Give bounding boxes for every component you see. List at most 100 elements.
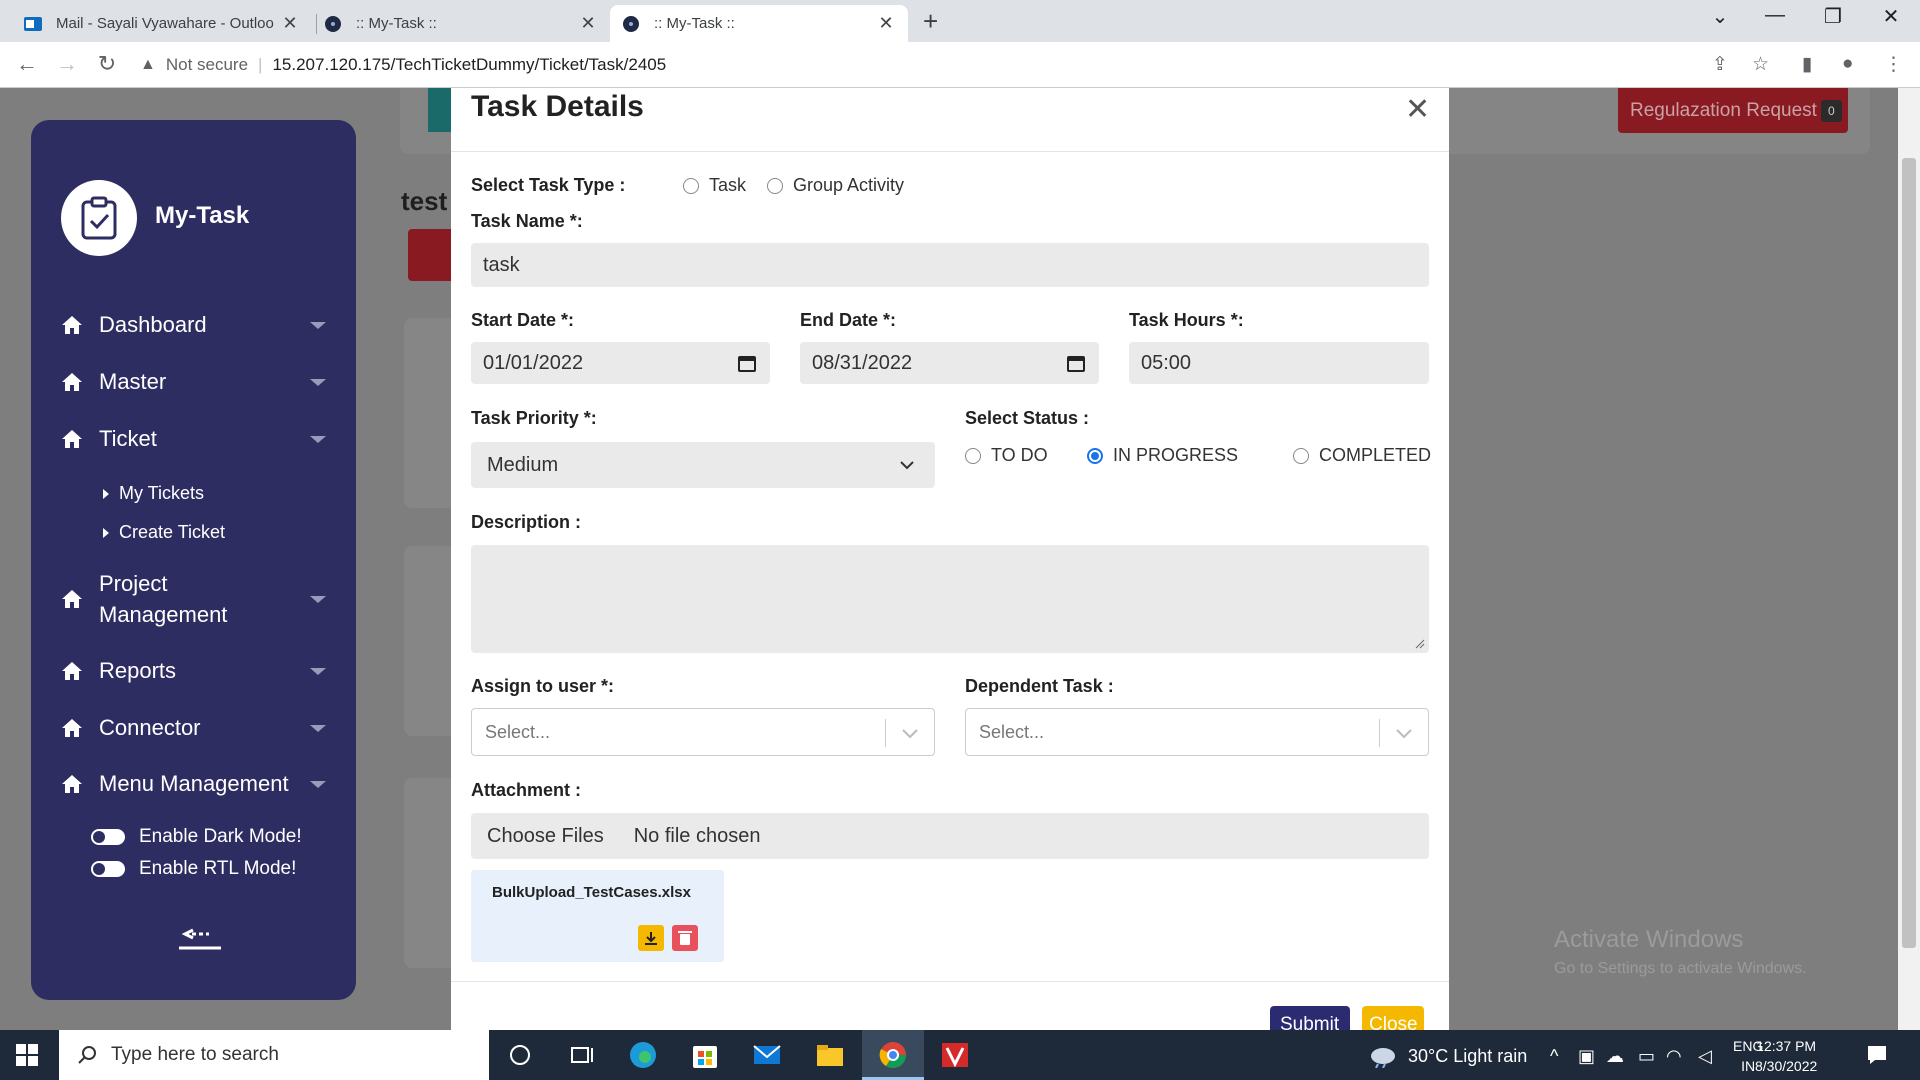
new-tab-button[interactable]: + [923, 6, 938, 37]
close-tab-icon[interactable]: ✕ [280, 13, 300, 34]
clock-date: 8/30/2022 [1755, 1058, 1818, 1074]
trash-icon[interactable] [672, 925, 698, 951]
sidebar-item-project-management[interactable]: Project Management [61, 568, 326, 630]
notification-icon [1868, 1046, 1886, 1064]
side-panel-icon[interactable]: ▮ [1802, 53, 1812, 76]
description-textarea[interactable] [471, 545, 1429, 653]
task-hours-value: 05:00 [1141, 351, 1192, 374]
chrome-icon[interactable] [878, 1040, 908, 1070]
status-completed-radio[interactable]: COMPLETED [1293, 445, 1431, 466]
outlook-icon [24, 15, 42, 33]
close-tab-icon[interactable]: ✕ [876, 13, 896, 34]
close-button[interactable]: Close [1362, 1006, 1424, 1030]
search-icon [78, 1046, 96, 1064]
volume-icon[interactable]: ◁ [1698, 1046, 1712, 1067]
battery-icon[interactable]: ▭ [1638, 1046, 1655, 1067]
task-type-group-radio[interactable]: Group Activity [767, 175, 904, 196]
radio-label: Task [709, 175, 747, 195]
show-hidden-icons-icon[interactable]: ^ [1550, 1046, 1558, 1067]
file-explorer-icon[interactable] [815, 1040, 845, 1070]
tab-mytask-1[interactable]: :: My-Task :: ✕ [312, 5, 610, 42]
sidebar-subitem-my-tickets[interactable]: My Tickets [103, 483, 204, 504]
store-icon[interactable] [690, 1040, 720, 1070]
url-text: 15.207.120.175/TechTicketDummy/Ticket/Ta… [272, 55, 667, 74]
close-tab-icon[interactable]: ✕ [578, 13, 598, 34]
start-date-label: Start Date *: [471, 310, 575, 330]
weather-text[interactable]: 30°C Light rain [1408, 1046, 1527, 1067]
page-scrollbar-thumb[interactable] [1902, 158, 1916, 948]
windows-start-icon[interactable] [16, 1044, 38, 1071]
watermark-subtitle: Go to Settings to activate Windows. [1554, 960, 1807, 977]
assign-user-select[interactable]: Select... [471, 708, 935, 756]
close-icon[interactable]: ✕ [1405, 92, 1430, 127]
url-field[interactable]: ▲ Not secure | 15.207.120.175/TechTicket… [140, 48, 1720, 82]
reload-button[interactable]: ↻ [92, 51, 122, 77]
menu-icon[interactable]: ⋮ [1884, 53, 1903, 76]
task-card[interactable] [404, 318, 456, 508]
choose-files-button[interactable]: Choose Files [487, 825, 604, 848]
rtl-mode-toggle-row[interactable]: Enable RTL Mode! [91, 858, 296, 880]
restore-button[interactable]: ❐ [1813, 4, 1853, 29]
dependent-task-select[interactable]: Select... [965, 708, 1429, 756]
task-hours-input[interactable]: 05:00 [1129, 342, 1429, 384]
share-icon[interactable]: ⇪ [1712, 53, 1728, 76]
start-date-input[interactable]: 01/01/2022 [471, 342, 770, 384]
mail-icon[interactable] [752, 1040, 782, 1070]
toggle-label: Enable RTL Mode! [139, 858, 297, 879]
dark-mode-toggle-row[interactable]: Enable Dark Mode! [91, 826, 302, 848]
file-input[interactable]: Choose Files No file chosen [471, 813, 1429, 859]
profile-icon[interactable]: ● [1842, 53, 1853, 75]
rtl-mode-toggle[interactable] [91, 861, 125, 877]
back-button[interactable]: ← [12, 51, 42, 77]
task-card[interactable] [404, 546, 456, 736]
page-title: test [401, 186, 448, 216]
radio-label: IN PROGRESS [1113, 445, 1239, 465]
sidebar-item-ticket[interactable]: Ticket [61, 426, 326, 452]
app-v-icon[interactable] [940, 1040, 970, 1070]
chevron-down-icon [310, 436, 326, 443]
chevron-down-icon [310, 781, 326, 788]
end-date-input[interactable]: 08/31/2022 [800, 342, 1099, 384]
collapse-sidebar-icon[interactable] [179, 920, 221, 955]
minimize-button[interactable]: — [1755, 4, 1795, 27]
meet-now-icon[interactable]: ▣ [1578, 1046, 1595, 1067]
taskbar-clock[interactable]: 12:37 PM 8/30/2022 [1755, 1036, 1817, 1076]
window-close-button[interactable]: ✕ [1871, 4, 1911, 29]
tab-search-icon[interactable]: ⌄ [1700, 4, 1740, 29]
home-icon [62, 430, 82, 448]
cortana-icon[interactable] [505, 1040, 535, 1070]
tab-mytask-2[interactable]: :: My-Task :: ✕ [610, 5, 908, 42]
tab-outlook[interactable]: Mail - Sayali Vyawahare - Outloo ✕ [12, 5, 312, 42]
submit-button[interactable]: Submit [1270, 1006, 1350, 1030]
sidebar-item-dashboard[interactable]: Dashboard [61, 312, 326, 338]
attachment-card: BulkUpload_TestCases.xlsx [471, 870, 724, 962]
chevron-down-icon [310, 322, 326, 329]
task-hours-label: Task Hours *: [1129, 310, 1244, 330]
end-date-value: 08/31/2022 [812, 351, 913, 374]
sidebar-item-connector[interactable]: Connector [61, 715, 326, 741]
sidebar-item-menu-management[interactable]: Menu Management [61, 771, 326, 797]
sidebar-item-master[interactable]: Master [61, 369, 326, 395]
wifi-icon[interactable]: ◠ [1666, 1046, 1682, 1067]
taskbar-search-input[interactable]: Type here to search [59, 1030, 489, 1080]
task-view-icon[interactable] [567, 1040, 597, 1070]
sidebar-item-reports[interactable]: Reports [61, 658, 326, 684]
sidebar-subitem-create-ticket[interactable]: Create Ticket [103, 522, 225, 543]
bookmark-star-icon[interactable]: ☆ [1752, 53, 1769, 76]
task-details-modal: Task Details ✕ Select Task Type : Task G… [451, 88, 1449, 1030]
status-in-progress-radio[interactable]: IN PROGRESS [1087, 445, 1238, 466]
edge-icon[interactable] [628, 1040, 658, 1070]
onedrive-icon[interactable]: ☁ [1606, 1046, 1624, 1067]
priority-label: Task Priority *: [471, 408, 597, 428]
clock-time: 12:37 PM [1756, 1038, 1817, 1054]
priority-select[interactable]: Medium [471, 442, 935, 488]
task-name-input[interactable]: task [471, 243, 1429, 287]
forward-button[interactable]: → [52, 51, 82, 77]
download-icon[interactable] [638, 925, 664, 951]
regularization-request-button[interactable]: Regulazation Request 0 [1618, 88, 1848, 133]
attachment-filename: BulkUpload_TestCases.xlsx [492, 884, 691, 901]
dark-mode-toggle[interactable] [91, 829, 125, 845]
task-card[interactable] [404, 778, 456, 968]
task-type-task-radio[interactable]: Task [683, 175, 746, 196]
status-todo-radio[interactable]: TO DO [965, 445, 1048, 466]
